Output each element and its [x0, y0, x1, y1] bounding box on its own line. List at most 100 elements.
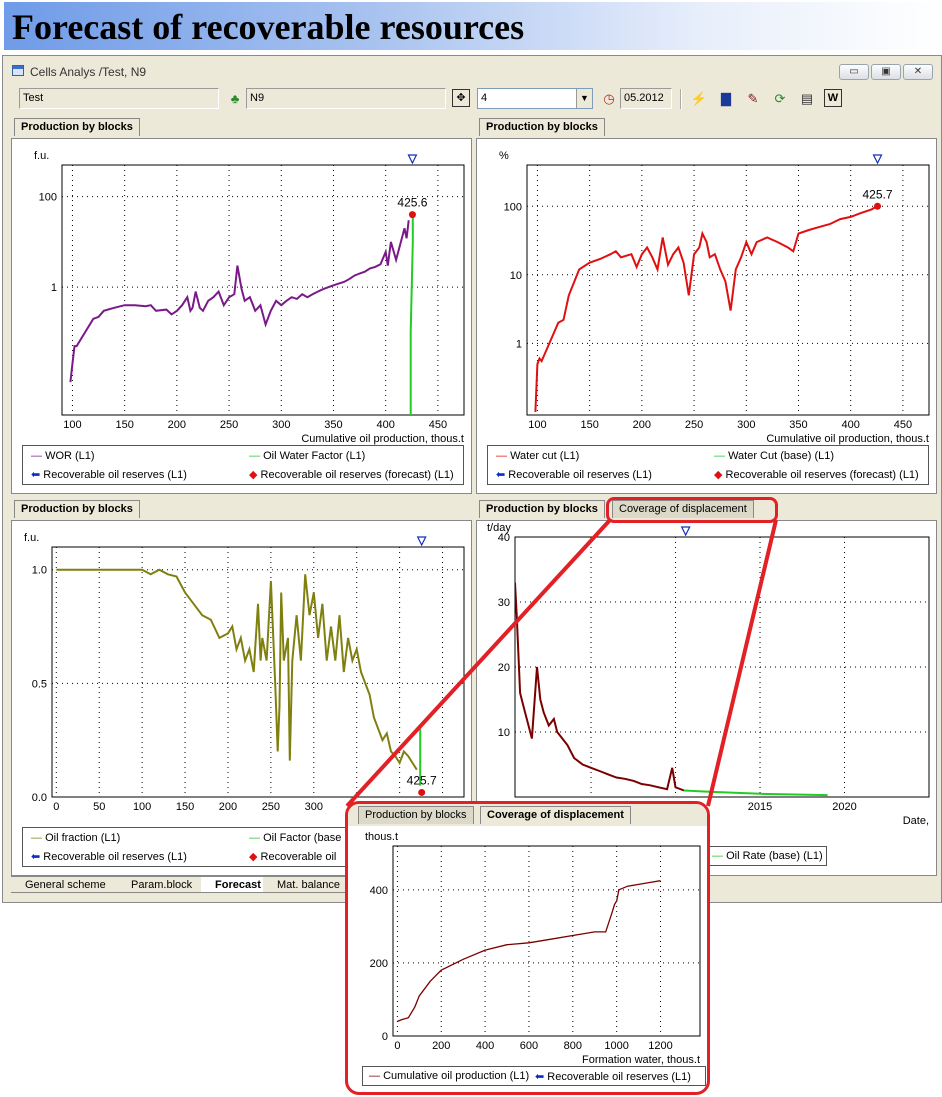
x-tick-label: 250 — [262, 801, 280, 813]
book-icon[interactable]: ▇ — [716, 89, 736, 109]
tab-production-by-blocks[interactable]: Production by blocks — [14, 118, 140, 136]
callout-tab-strip: Production by blocks Coverage of displac… — [348, 804, 707, 826]
x-tick-label: 1200 — [648, 1040, 672, 1052]
x-tick-label: 150 — [115, 419, 133, 431]
y-tick-label: 10 — [498, 727, 510, 739]
x-axis-label: Cumulative oil production, thous.t — [766, 433, 929, 445]
x-tick-label: 100 — [63, 419, 81, 431]
legend-item: ⬅ Recoverable oil reserves (L1) — [31, 469, 187, 481]
window-caption: Cells Analys /Test, N9 ▭ ▣ ✕ — [3, 56, 941, 86]
x-tick-label: 300 — [305, 801, 323, 813]
x-tick-label: 450 — [429, 419, 447, 431]
chart-legend: — WOR (L1) — Oil Water Factor (L1) ⬅ Rec… — [22, 445, 464, 485]
legend-item: — Oil fraction (L1) — [31, 832, 121, 844]
x-tick-label: 150 — [580, 419, 598, 431]
x-tick-label: 250 — [220, 419, 238, 431]
callout-legend: — Cumulative oil production (L1) ⬅ Recov… — [362, 1066, 706, 1086]
y-tick-label: 400 — [370, 885, 388, 897]
app-window: Cells Analys /Test, N9 ▭ ▣ ✕ Test ♣ N9 ✥… — [2, 55, 942, 903]
tab-general-scheme[interactable]: General scheme — [11, 876, 121, 893]
y-tick-label: 100 — [39, 192, 57, 204]
series-line — [683, 789, 828, 797]
panel-water-cut: Production by blocks 100 150 200 250 300 350 4… — [476, 118, 937, 494]
plot-frame — [392, 845, 701, 1037]
chart-plot-area: 100 150 200 250 300 350 400 450 1 100 425.6 f.u. Cum… — [11, 138, 472, 494]
minimize-button[interactable]: ▭ — [839, 64, 869, 80]
layer-grid-icon[interactable]: ✥ — [452, 89, 470, 107]
close-button[interactable]: ✕ — [903, 64, 933, 80]
series-line — [69, 220, 410, 383]
y-tick-label: 1 — [51, 282, 57, 294]
x-tick-label: 150 — [176, 801, 194, 813]
edit-chart-icon[interactable]: ✎ — [743, 89, 763, 109]
tab-forecast[interactable]: Forecast — [201, 876, 267, 893]
legend-item: — WOR (L1) — [31, 450, 95, 462]
window-title: Cells Analys /Test, N9 — [30, 65, 147, 79]
tab-production-by-blocks[interactable]: Production by blocks — [14, 500, 140, 518]
project-field[interactable]: Test — [19, 88, 219, 109]
y-tick-label: 0.0 — [32, 792, 47, 804]
y-tick-label: 0 — [382, 1031, 388, 1043]
chart-wor: 100 150 200 250 300 350 400 450 1 100 425.6 f.u. Cum… — [34, 150, 465, 445]
date-field[interactable]: 05.2012 — [620, 88, 672, 109]
x-tick-label: 100 — [528, 419, 546, 431]
y-tick-label: 1 — [516, 338, 522, 350]
forecast-marker-icon — [872, 154, 883, 165]
series-line — [515, 582, 685, 792]
layer-combo[interactable]: 4 ▼ — [477, 88, 593, 109]
legend-item: — Water Cut (base) (L1) — [714, 450, 835, 462]
x-axis-label: Date, — [903, 815, 929, 827]
refresh-icon[interactable]: ⟳ — [770, 89, 790, 109]
series-line — [409, 214, 414, 415]
y-unit-label: % — [499, 150, 509, 162]
callout-tab-coverage-of-displacement[interactable]: Coverage of displacement — [480, 806, 631, 824]
y-tick-label: 20 — [498, 662, 510, 674]
x-tick-label: 50 — [93, 801, 105, 813]
tab-mat-balance[interactable]: Mat. balance — [263, 876, 349, 893]
series-line — [56, 568, 418, 771]
data-label: 425.7 — [863, 187, 893, 201]
window-app-icon — [12, 65, 24, 76]
slide-title-banner: Forecast of recoverable resources — [4, 2, 940, 50]
x-tick-label: 200 — [219, 801, 237, 813]
legend-item: — Cumulative oil production (L1) — [369, 1070, 530, 1082]
toolbar: Test ♣ N9 ✥ 4 ▼ ◷ 05.2012 ⚡ ▇ ✎ ⟳ ▤ W — [3, 86, 941, 112]
y-tick-label: 0.5 — [32, 678, 47, 690]
forecast-marker-icon — [407, 154, 418, 165]
slide-title: Forecast of recoverable resources — [12, 7, 525, 47]
toolbar-separator — [680, 89, 682, 109]
restore-button[interactable]: ▣ — [871, 64, 901, 80]
chart-water-cut: 100 150 200 250 300 350 400 450 1 10 100 425.7% Cumu… — [499, 150, 930, 445]
x-tick-label: 2020 — [832, 801, 856, 813]
tab-production-by-blocks[interactable]: Production by blocks — [479, 118, 605, 136]
x-tick-label: 600 — [520, 1040, 538, 1052]
properties-icon[interactable]: ▤ — [797, 89, 817, 109]
word-export-icon[interactable]: W — [824, 89, 842, 107]
well-icon[interactable]: ♣ — [225, 89, 245, 109]
legend-item: ◆ Recoverable oil reserves (forecast) (L… — [714, 469, 919, 481]
legend-item: ⬅ Recoverable oil reserves (L1) — [535, 1071, 691, 1083]
panel-wor: Production by blocks 100 150 200 250 300 350 4… — [11, 118, 472, 494]
lightning-icon[interactable]: ⚡ — [689, 89, 709, 109]
forecast-point — [408, 211, 416, 219]
callout-zoom-panel: Production by blocks Coverage of displac… — [345, 801, 710, 1095]
x-tick-label: 200 — [633, 419, 651, 431]
tab-param-block[interactable]: Param.block — [117, 876, 205, 893]
legend-item: ◆ Recoverable oil — [249, 851, 337, 863]
chevron-down-icon[interactable]: ▼ — [576, 89, 592, 108]
plot-frame — [51, 546, 465, 798]
well-field[interactable]: N9 — [246, 88, 446, 109]
x-tick-label: 0 — [394, 1040, 400, 1052]
chart-coverage-of-displacement: 0 200 400 600 800 1000 1200 0 200 400 thous.t Forma… — [365, 831, 701, 1066]
x-tick-label: 400 — [476, 1040, 494, 1052]
callout-tab-production-by-blocks[interactable]: Production by blocks — [358, 806, 474, 824]
tab-production-by-blocks[interactable]: Production by blocks — [479, 500, 605, 518]
legend-item: — Oil Factor (base — [249, 832, 342, 844]
calendar-clock-icon[interactable]: ◷ — [599, 89, 619, 109]
legend-item: ⬅ Recoverable oil reserves (L1) — [496, 469, 652, 481]
forecast-point — [418, 788, 426, 796]
legend-item: — Oil Rate (base) (L1) — [712, 850, 823, 862]
x-tick-label: 450 — [894, 419, 912, 431]
y-tick-label: 200 — [370, 958, 388, 970]
series-line — [534, 205, 878, 412]
